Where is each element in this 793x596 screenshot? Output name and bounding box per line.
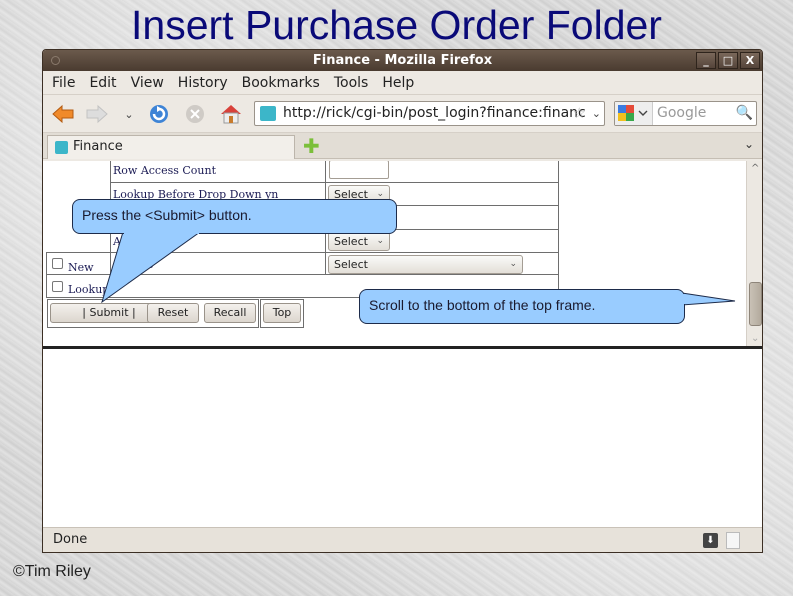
menu-edit[interactable]: Edit <box>89 75 116 91</box>
lookup-checkbox[interactable] <box>52 281 63 292</box>
window-titlebar[interactable]: Finance - Mozilla Firefox _ □ X <box>43 50 762 71</box>
search-icon[interactable]: 🔍 <box>736 102 753 125</box>
row-access-count-label: Row Access Count <box>113 164 217 177</box>
select-value: Select <box>334 235 368 248</box>
submit-callout-text: Press the <Submit> button. <box>82 207 252 223</box>
url-text: http://rick/cgi-bin/post_login?finance:f… <box>283 105 586 121</box>
top-frame-scrollbar[interactable]: ^ ⌄ <box>746 161 762 346</box>
forward-arrow-icon[interactable] <box>85 103 109 125</box>
copyright-credit: ©Tim Riley <box>13 563 91 580</box>
status-text: Done <box>53 532 88 547</box>
top-button[interactable]: Top <box>263 303 301 323</box>
scrollbar-thumb[interactable] <box>749 282 762 326</box>
tab-label: Finance <box>73 139 123 154</box>
chevron-down-icon: ⌄ <box>509 259 517 269</box>
submit-callout: Press the <Submit> button. <box>72 199 397 234</box>
ap-label: Ap <box>113 235 128 248</box>
s-mas-select[interactable]: Select ⌄ <box>328 255 523 274</box>
bottom-frame <box>43 349 762 527</box>
menu-view[interactable]: View <box>131 75 164 91</box>
menu-bookmarks[interactable]: Bookmarks <box>242 75 320 91</box>
slide-title: Insert Purchase Order Folder <box>131 2 662 48</box>
lookup-checkbox-label: Lookup <box>68 283 110 296</box>
home-icon[interactable] <box>219 103 243 125</box>
window-title: Finance - Mozilla Firefox <box>312 53 493 68</box>
url-dropdown-icon[interactable]: ⌄ <box>592 102 601 125</box>
search-bar[interactable]: Google 🔍 <box>614 101 757 126</box>
page-icon <box>726 532 740 549</box>
url-bar[interactable]: http://rick/cgi-bin/post_login?finance:f… <box>254 101 605 126</box>
row-access-count-input[interactable] <box>329 161 389 179</box>
tab-list-chevron-icon[interactable]: ⌄ <box>744 137 754 151</box>
scroll-callout: Scroll to the bottom of the top frame. <box>359 289 685 324</box>
recall-button[interactable]: Recall <box>204 303 256 323</box>
new-checkbox-label: New <box>68 261 94 274</box>
scroll-callout-text: Scroll to the bottom of the top frame. <box>369 297 596 313</box>
reset-button[interactable]: Reset <box>147 303 199 323</box>
ap-select[interactable]: Select ⌄ <box>328 232 390 251</box>
maximize-button[interactable]: □ <box>718 52 738 69</box>
search-placeholder: Google <box>657 105 707 121</box>
menu-file[interactable]: File <box>52 75 75 91</box>
menu-tools[interactable]: Tools <box>334 75 369 91</box>
bookmark-star-icon[interactable]: ☆ <box>573 102 586 125</box>
select-value: Select <box>334 258 368 271</box>
history-dropdown-icon[interactable]: ⌄ <box>117 103 141 125</box>
close-button[interactable]: X <box>740 52 760 69</box>
minimize-button[interactable]: _ <box>696 52 716 69</box>
tab-finance[interactable]: Finance <box>47 135 295 159</box>
new-checkbox[interactable] <box>52 258 63 269</box>
stop-icon[interactable] <box>183 103 207 125</box>
window-menu-icon[interactable] <box>51 56 60 65</box>
tab-bar: Finance ✚ ⌄ <box>43 133 762 159</box>
scroll-up-icon[interactable]: ^ <box>751 163 759 174</box>
status-bar: Done ⬇ <box>43 527 762 552</box>
s-mas-label: S...mas <box>113 258 154 271</box>
reload-icon[interactable] <box>147 103 171 125</box>
new-tab-plus-icon[interactable]: ✚ <box>303 136 320 156</box>
navigation-toolbar: ⌄ http://rick/cgi-bin/post_login?finance… <box>43 95 762 133</box>
tab-favicon-icon <box>55 141 68 154</box>
search-engine-selector[interactable] <box>615 102 653 125</box>
menu-history[interactable]: History <box>178 75 228 91</box>
download-icon[interactable]: ⬇ <box>703 533 718 548</box>
menu-help[interactable]: Help <box>382 75 414 91</box>
back-arrow-icon[interactable] <box>51 103 75 125</box>
site-favicon-icon <box>260 106 276 121</box>
menu-bar: File Edit View History Bookmarks Tools H… <box>43 71 762 95</box>
scroll-down-icon[interactable]: ⌄ <box>751 333 759 344</box>
chevron-down-icon: ⌄ <box>376 236 384 246</box>
